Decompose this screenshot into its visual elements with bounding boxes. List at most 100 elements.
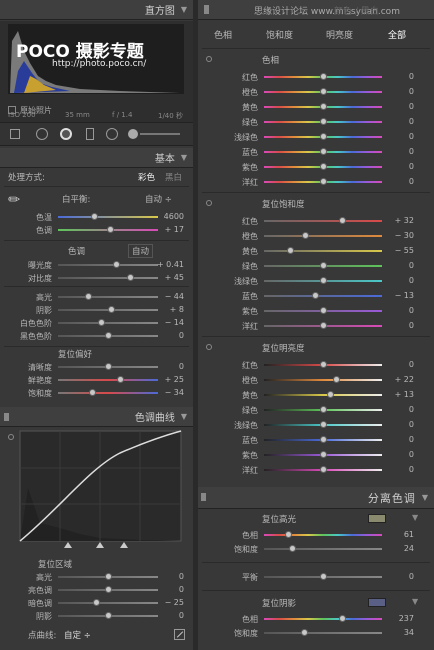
adjustment-brush-icon[interactable]: [128, 129, 138, 139]
slider-thumb[interactable]: [105, 332, 112, 339]
split-shadows-reset[interactable]: 复位: [262, 599, 279, 609]
collapse-triangle-icon[interactable]: ▼: [422, 493, 428, 502]
slider-value[interactable]: 0: [384, 117, 414, 126]
slider-value[interactable]: 0: [384, 435, 414, 444]
collapse-triangle-icon[interactable]: ▼: [181, 153, 187, 162]
slider-value[interactable]: − 25: [150, 598, 184, 607]
original-photo-checkbox[interactable]: [8, 106, 16, 114]
slider-value[interactable]: + 8: [150, 305, 184, 314]
slider-value[interactable]: 0: [384, 102, 414, 111]
region-split-handle[interactable]: [96, 542, 104, 548]
basic-header[interactable]: 基本 ▼: [0, 148, 193, 168]
slider-thumb[interactable]: [320, 103, 327, 110]
slider-value[interactable]: 0: [384, 405, 414, 414]
slider-value[interactable]: + 13: [384, 390, 414, 399]
spot-removal-icon[interactable]: [36, 128, 48, 140]
slider-value[interactable]: 61: [384, 530, 414, 539]
slider-thumb[interactable]: [320, 262, 327, 269]
slider-value[interactable]: 0: [384, 261, 414, 270]
slider-thumb[interactable]: [93, 599, 100, 606]
split-highlights-reset[interactable]: 复位: [262, 515, 279, 525]
slider-value[interactable]: − 34: [150, 388, 184, 397]
slider-track[interactable]: [58, 264, 158, 266]
slider-thumb[interactable]: [117, 376, 124, 383]
slider-value[interactable]: 0: [384, 306, 414, 315]
slider-value[interactable]: 4600: [150, 212, 184, 221]
slider-value[interactable]: 0: [150, 585, 184, 594]
slider-track[interactable]: [264, 548, 382, 550]
slider-value[interactable]: 0: [150, 611, 184, 620]
slider-thumb[interactable]: [320, 133, 327, 140]
tone-auto-button[interactable]: 自动: [128, 244, 154, 258]
tab-saturation[interactable]: 饱和度: [266, 28, 293, 41]
slider-track[interactable]: [264, 394, 382, 396]
expand-triangle-icon[interactable]: ▼: [412, 513, 418, 522]
slider-value[interactable]: 237: [384, 614, 414, 623]
treatment-color-option[interactable]: 彩色: [138, 171, 155, 183]
slider-thumb[interactable]: [320, 307, 327, 314]
slider-thumb[interactable]: [91, 213, 98, 220]
slider-thumb[interactable]: [320, 406, 327, 413]
slider-thumb[interactable]: [338, 217, 346, 224]
slider-thumb[interactable]: [105, 612, 112, 619]
targeted-adjust-icon[interactable]: [206, 344, 212, 350]
targeted-adjust-icon[interactable]: [206, 200, 212, 206]
wb-eyedropper-icon[interactable]: ✎: [5, 190, 25, 210]
slider-thumb[interactable]: [286, 247, 294, 254]
slider-value[interactable]: − 13: [384, 291, 414, 300]
slider-thumb[interactable]: [301, 629, 309, 636]
slider-value[interactable]: 34: [384, 628, 414, 637]
hsl-group-reset[interactable]: 复位: [262, 200, 279, 210]
collapse-triangle-icon[interactable]: ▼: [181, 412, 187, 421]
slider-thumb[interactable]: [311, 292, 319, 299]
slider-thumb[interactable]: [327, 391, 335, 398]
slider-track[interactable]: [58, 602, 158, 604]
slider-thumb[interactable]: [107, 226, 114, 233]
panel-switch-icon[interactable]: [201, 493, 206, 501]
slider-track[interactable]: [264, 632, 382, 634]
region-split-handle[interactable]: [64, 542, 72, 548]
slider-thumb[interactable]: [302, 232, 310, 239]
hsl-header[interactable]: 思缘设计论坛 www.missyuan.com 颜色 / 黑白: [198, 0, 434, 20]
point-curve-select[interactable]: 自定 ÷: [64, 629, 91, 641]
slider-track[interactable]: [264, 379, 382, 381]
slider-thumb[interactable]: [320, 88, 327, 95]
slider-value[interactable]: 0: [384, 87, 414, 96]
slider-thumb[interactable]: [85, 293, 92, 300]
edit-point-curve-icon[interactable]: [174, 629, 185, 640]
slider-thumb[interactable]: [127, 274, 134, 281]
split-toning-header[interactable]: 分离色调 ▼: [198, 487, 434, 509]
slider-thumb[interactable]: [320, 573, 327, 580]
slider-value[interactable]: + 22: [384, 375, 414, 384]
graduated-filter-icon[interactable]: [86, 128, 94, 140]
slider-thumb[interactable]: [320, 178, 327, 185]
slider-track[interactable]: [264, 250, 382, 252]
collapse-triangle-icon[interactable]: ▼: [181, 5, 187, 14]
slider-thumb[interactable]: [105, 573, 112, 580]
brush-slider-icon[interactable]: [140, 133, 180, 135]
region-split-handle[interactable]: [120, 542, 128, 548]
slider-thumb[interactable]: [108, 306, 115, 313]
slider-value[interactable]: 0: [384, 162, 414, 171]
slider-value[interactable]: 0: [384, 465, 414, 474]
slider-thumb[interactable]: [320, 118, 327, 125]
slider-track[interactable]: [58, 379, 158, 381]
slider-value[interactable]: 0: [384, 72, 414, 81]
slider-value[interactable]: 24: [384, 544, 414, 553]
tab-hue[interactable]: 色相: [214, 28, 232, 41]
panel-switch-icon[interactable]: [204, 5, 209, 14]
slider-thumb[interactable]: [320, 451, 327, 458]
slider-value[interactable]: + 45: [150, 273, 184, 282]
radial-filter-icon[interactable]: [106, 128, 118, 140]
slider-thumb[interactable]: [284, 531, 292, 538]
slider-value[interactable]: − 44: [150, 292, 184, 301]
slider-value[interactable]: − 55: [384, 246, 414, 255]
tab-all[interactable]: 全部: [388, 28, 406, 41]
slider-value[interactable]: 0: [150, 572, 184, 581]
slider-value[interactable]: 0: [384, 276, 414, 285]
slider-track[interactable]: [264, 295, 382, 297]
hsl-group-reset[interactable]: 复位: [262, 344, 279, 354]
slider-thumb[interactable]: [320, 163, 327, 170]
slider-value[interactable]: 0: [384, 360, 414, 369]
slider-thumb[interactable]: [289, 545, 297, 552]
